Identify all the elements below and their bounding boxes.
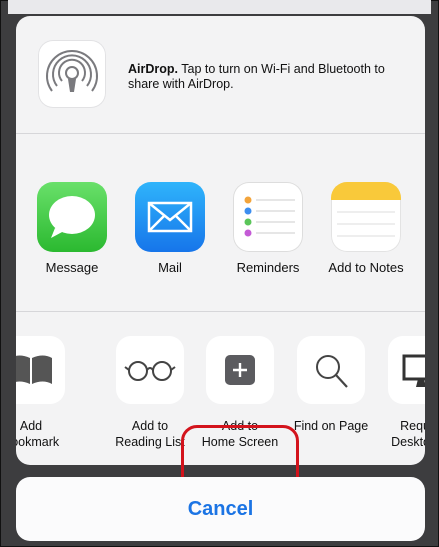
airdrop-description: AirDrop. Tap to turn on Wi-Fi and Blueto…	[128, 62, 416, 92]
magnifier-icon[interactable]	[297, 336, 365, 404]
glasses-icon[interactable]	[116, 336, 184, 404]
action-label: AddBookmark	[16, 419, 60, 449]
airdrop-icon[interactable]	[38, 40, 106, 108]
share-app-label: Add to Notes	[328, 260, 404, 275]
share-apps-row[interactable]: Message Mail Reminders Add to Notes	[16, 134, 425, 312]
airdrop-title: AirDrop.	[128, 62, 178, 76]
share-app-label: Reminders	[236, 260, 300, 275]
mail-icon[interactable]	[135, 182, 205, 252]
cancel-button[interactable]: Cancel	[16, 477, 425, 541]
message-icon[interactable]	[37, 182, 107, 252]
action-label: RequDeskto	[391, 419, 425, 449]
share-app-label: Mail	[158, 260, 182, 275]
airdrop-section[interactable]: AirDrop. Tap to turn on Wi-Fi and Blueto…	[16, 16, 425, 134]
background-page	[8, 0, 431, 14]
book-icon[interactable]	[16, 336, 65, 404]
share-sheet: AirDrop. Tap to turn on Wi-Fi and Blueto…	[16, 16, 425, 465]
share-app-label: F	[414, 260, 425, 275]
notes-icon[interactable]	[331, 182, 401, 252]
monitor-icon[interactable]	[388, 336, 425, 404]
plus-square-icon[interactable]	[206, 336, 274, 404]
share-app-label: Message	[45, 260, 99, 275]
reminders-icon[interactable]	[233, 182, 303, 252]
